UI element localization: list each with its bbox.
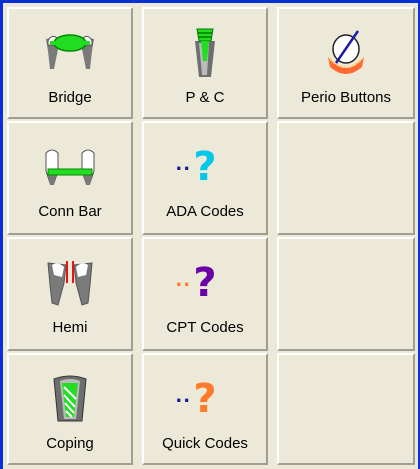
empty-slot xyxy=(277,353,415,465)
connector-bar-icon xyxy=(42,141,98,193)
cpt-codes-icon: ..? xyxy=(175,260,217,306)
button-grid: Bridge P & C Perio Buttons Conn Bar .. ?… xyxy=(7,7,415,465)
toolbar-panel: Bridge P & C Perio Buttons Conn Bar .. ?… xyxy=(0,0,420,469)
bridge-button[interactable]: Bridge xyxy=(7,7,133,119)
button-label: Perio Buttons xyxy=(300,89,392,106)
button-label: Quick Codes xyxy=(162,435,248,452)
ada-codes-icon: ..? xyxy=(175,144,217,190)
button-label: Hemi xyxy=(52,319,88,336)
connector-bar-button[interactable]: Conn Bar xyxy=(7,121,133,235)
coping-button[interactable]: Coping xyxy=(7,353,133,465)
quick-codes-button[interactable]: ..? Quick Codes xyxy=(142,353,268,465)
ada-codes-button[interactable]: ..? ADA Codes xyxy=(142,121,268,235)
post-and-core-icon xyxy=(177,27,233,79)
cpt-codes-button[interactable]: ..? CPT Codes xyxy=(142,237,268,351)
button-label: Conn Bar xyxy=(38,203,102,220)
button-label: CPT Codes xyxy=(166,319,244,336)
button-label: Coping xyxy=(46,435,94,452)
button-label: ADA Codes xyxy=(166,203,244,220)
button-label: P & C xyxy=(185,89,225,106)
coping-icon xyxy=(42,373,98,425)
perio-buttons-button[interactable]: Perio Buttons xyxy=(277,7,415,119)
quick-codes-icon: ..? xyxy=(175,376,217,422)
hemisection-icon xyxy=(42,257,98,309)
hemi-button[interactable]: Hemi xyxy=(7,237,133,351)
bridge-icon xyxy=(42,27,98,79)
button-label: Bridge xyxy=(48,89,92,106)
empty-slot xyxy=(277,237,415,351)
post-and-core-button[interactable]: P & C xyxy=(142,7,268,119)
perio-icon xyxy=(318,27,374,79)
empty-slot xyxy=(277,121,415,235)
